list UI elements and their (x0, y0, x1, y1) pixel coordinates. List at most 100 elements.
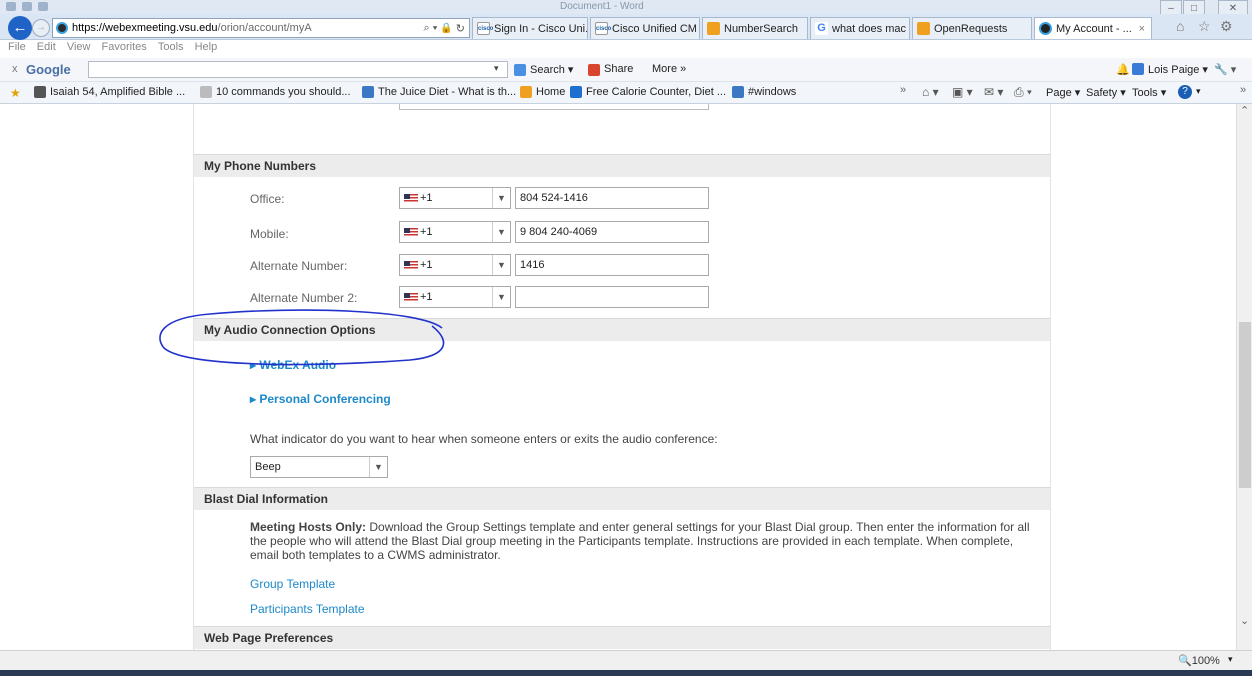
menu-file[interactable]: File (8, 41, 26, 53)
us-flag-icon (404, 292, 418, 302)
alternate-number-2-input[interactable] (515, 286, 709, 308)
zoom-level[interactable]: 🔍100% (1178, 654, 1220, 667)
notification-bell-icon[interactable]: 🔔 (1116, 63, 1130, 76)
google-icon: G (815, 22, 828, 35)
country-code: +1 (420, 291, 433, 303)
more-button[interactable]: More » (652, 63, 686, 75)
fav-10-commands[interactable]: 10 commands you should... (200, 86, 351, 98)
favorites-star-icon[interactable]: ☆ (1198, 18, 1211, 35)
scrollbar-thumb[interactable] (1239, 322, 1251, 488)
mobile-country-code-select[interactable]: +1 ▼ (399, 221, 511, 243)
forward-button[interactable]: → (32, 19, 50, 37)
home-icon[interactable]: ⌂ (1176, 18, 1184, 34)
tools-menu[interactable]: Tools ▾ (1132, 86, 1166, 99)
fav-home[interactable]: Home (520, 86, 565, 98)
refresh-icon[interactable]: ↻ (456, 22, 465, 35)
google-search-button[interactable]: Search ▾ (530, 63, 573, 76)
redo-icon[interactable] (38, 2, 48, 11)
search-icon (514, 64, 526, 76)
undo-icon[interactable] (22, 2, 32, 11)
tab-number-search[interactable]: NumberSearch (702, 17, 808, 39)
alternate-country-code-select[interactable]: +1 ▼ (399, 254, 511, 276)
webex-icon (1039, 22, 1052, 35)
country-code: +1 (420, 259, 433, 271)
feeds-icon[interactable]: ▣ ▾ (952, 85, 973, 99)
section-blast-dial-information: Blast Dial Information (194, 487, 1050, 510)
menu-favorites[interactable]: Favorites (102, 41, 147, 53)
share-button[interactable]: Share (604, 63, 633, 75)
indicator-value: Beep (255, 461, 281, 473)
overflow-chevron-icon[interactable]: » (1240, 84, 1246, 96)
tab-sign-in-cisco[interactable]: cisco Sign In - Cisco Uni... (472, 17, 588, 39)
tab-google-search[interactable]: Gwhat does mac ad... (810, 17, 910, 39)
indicator-select[interactable]: Beep ▼ (250, 456, 388, 478)
hosts-only-text: Download the Group Settings template and… (250, 520, 1030, 562)
menu-view[interactable]: View (67, 41, 91, 53)
tab-label: OpenRequests (934, 22, 1008, 35)
url-path: /orion/account/myA (217, 22, 312, 34)
save-icon[interactable] (6, 2, 16, 11)
alternate-number-2-label: Alternate Number 2: (250, 291, 358, 305)
back-button[interactable]: ← (8, 16, 32, 40)
tab-cisco-unified-cm[interactable]: cisco Cisco Unified CM ... (590, 17, 700, 39)
chevron-down-icon: ▼ (492, 255, 510, 275)
tab-my-account[interactable]: My Account - ... × (1034, 17, 1152, 39)
menu-help[interactable]: Help (195, 41, 218, 53)
scroll-up-icon[interactable]: ⌃ (1240, 104, 1249, 117)
help-dropdown-icon[interactable]: ▾ (1196, 86, 1201, 97)
office-label: Office: (250, 192, 285, 206)
help-icon[interactable]: ? (1178, 85, 1192, 99)
address-bar[interactable]: https://webexmeeting.vsu.edu/orion/accou… (52, 18, 470, 38)
overflow-chevron-icon[interactable]: » (900, 84, 906, 96)
favorites-star-icon[interactable]: ★ (10, 86, 21, 100)
section-my-phone-numbers: My Phone Numbers (194, 154, 1050, 177)
participants-template-link[interactable]: Participants Template (250, 602, 365, 616)
search-icon[interactable]: ⌕ ▾ (423, 22, 437, 35)
wrench-icon[interactable]: 🔧 ▾ (1214, 63, 1236, 76)
home-icon[interactable]: ⌂ ▾ (922, 85, 939, 99)
google-search-input[interactable] (88, 61, 508, 78)
alternate-number-label: Alternate Number: (250, 259, 348, 273)
tab-label: Sign In - Cisco Uni... (494, 22, 588, 35)
personal-conferencing-link[interactable]: ▸ Personal Conferencing (250, 392, 391, 406)
tab-label: NumberSearch (724, 22, 798, 35)
chevron-down-icon: ▼ (492, 188, 510, 208)
safety-menu[interactable]: Safety ▾ (1086, 86, 1126, 99)
tab-open-requests[interactable]: OpenRequests (912, 17, 1032, 39)
fav-calorie-counter[interactable]: Free Calorie Counter, Diet ... (570, 86, 726, 98)
page-menu[interactable]: Page ▾ (1046, 86, 1080, 99)
close-toolbar-icon[interactable]: x (12, 63, 18, 75)
fav-label: Home (536, 86, 566, 98)
window-title: Document1 - Word (560, 1, 644, 12)
settings-gear-icon[interactable]: ⚙ (1220, 18, 1233, 35)
print-icon[interactable]: ⎙ ▾ (1014, 85, 1032, 100)
fav-label: The Juice Diet - What is th... (378, 86, 517, 98)
browser-nav-row: ← → https://webexmeeting.vsu.edu/orion/a… (0, 14, 1252, 40)
office-country-code-select[interactable]: +1 ▼ (399, 187, 511, 209)
menu-edit[interactable]: Edit (37, 41, 56, 53)
close-tab-icon[interactable]: × (1139, 23, 1145, 35)
personal-conferencing-label: Personal Conferencing (259, 392, 391, 406)
search-dropdown-icon[interactable]: ▾ (494, 63, 499, 74)
os-taskbar (0, 670, 1252, 676)
fav-isaiah[interactable]: Isaiah 54, Amplified Bible ... (34, 86, 185, 98)
menu-tools[interactable]: Tools (158, 41, 184, 53)
window-title-bar: Document1 - Word – □ ✕ (0, 0, 1252, 17)
status-bar: 🔍100% ▾ (0, 650, 1252, 670)
zoom-dropdown-icon[interactable]: ▾ (1228, 654, 1233, 665)
page-icon (200, 86, 212, 98)
vertical-scrollbar[interactable]: ⌃ ⌄ (1236, 104, 1252, 650)
user-menu[interactable]: Lois Paige ▾ (1148, 63, 1208, 76)
mobile-phone-input[interactable]: 9 804 240-4069 (515, 221, 709, 243)
fav-windows[interactable]: #windows (732, 86, 796, 98)
alternate-number-input[interactable]: 1416 (515, 254, 709, 276)
scroll-down-icon[interactable]: ⌄ (1240, 614, 1249, 627)
tab-label: Cisco Unified CM ... (612, 22, 700, 35)
fav-juice-diet[interactable]: The Juice Diet - What is th... (362, 86, 516, 98)
chevron-down-icon: ▼ (492, 222, 510, 242)
group-template-link[interactable]: Group Template (250, 577, 335, 591)
menu-bar: File Edit View Favorites Tools Help (0, 41, 1252, 58)
partial-field[interactable] (399, 104, 709, 110)
office-phone-input[interactable]: 804 524-1416 (515, 187, 709, 209)
mail-icon[interactable]: ✉ ▾ (984, 85, 1003, 99)
